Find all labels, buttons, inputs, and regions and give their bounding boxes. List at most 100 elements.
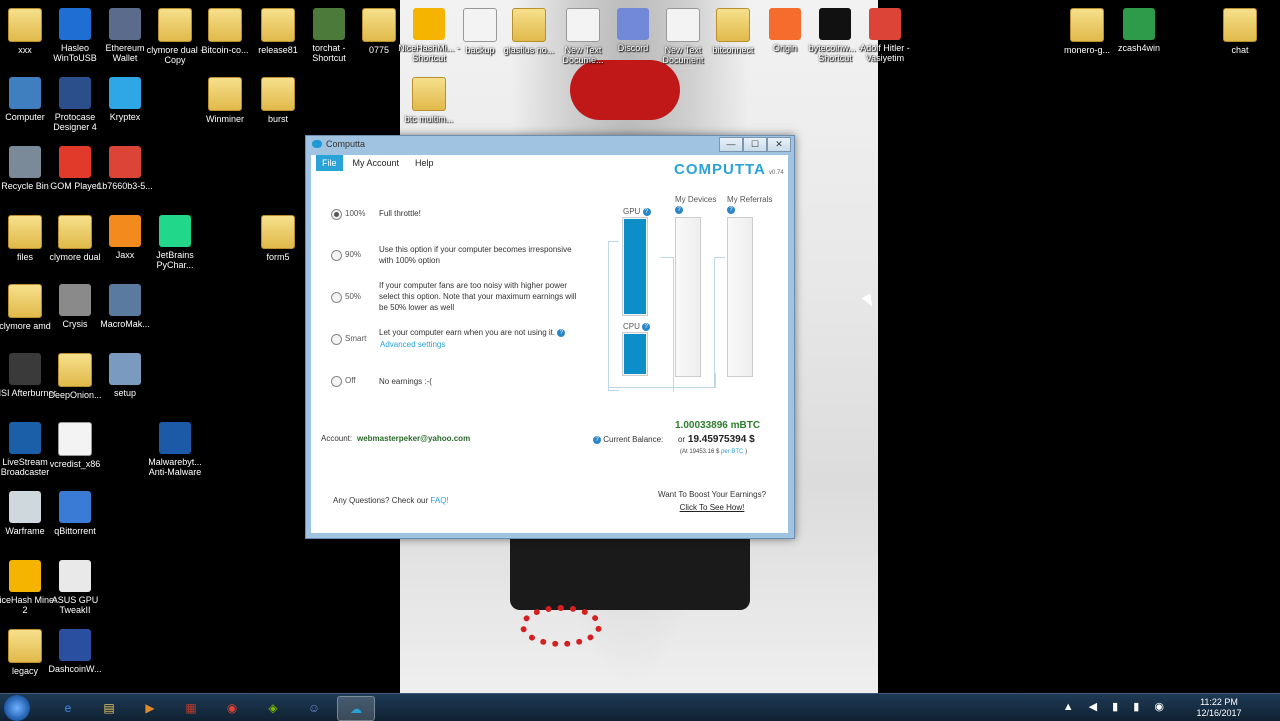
folder-icon	[412, 77, 446, 111]
desktop-icon[interactable]: zcash4win	[1106, 4, 1172, 72]
option-label-50[interactable]: 50%	[345, 292, 361, 301]
cpu-bar-frame	[622, 332, 648, 376]
gom-player-icon	[59, 146, 91, 178]
desktop-icon[interactable]: setup	[92, 349, 158, 417]
menu-bar: File My Account Help	[316, 155, 444, 173]
maximize-button[interactable]: ☐	[743, 137, 767, 152]
desktop-icon[interactable]: DashcoinW...	[42, 625, 108, 693]
balance-help-icon[interactable]: ?	[593, 435, 601, 444]
devices-bar	[675, 217, 701, 377]
desktop-icon-label: form5	[266, 252, 290, 262]
folder-icon	[208, 8, 242, 42]
referrals-help-icon[interactable]: ?	[727, 205, 735, 214]
desktop-icon[interactable]: Malwarebyt... Anti-Malware	[142, 418, 208, 486]
desktop-icon-label: JetBrains PyChar...	[156, 250, 194, 270]
desktop-icon-label: zcash4win	[1117, 43, 1161, 53]
gpu-bar-frame	[622, 217, 648, 316]
folder-icon	[8, 215, 42, 249]
desktop-icon[interactable]: Adolf Hitler - Vasiyetim	[852, 4, 918, 72]
desktop-icon-label: vcredist_x86	[49, 459, 101, 469]
internet-explorer-icon[interactable]: e	[50, 696, 86, 719]
computta-window[interactable]: Computta — ☐ ✕ File My Account Help COMP…	[305, 135, 795, 539]
boost-question: Want To Boost Your Earnings?	[657, 490, 767, 499]
desktop-icon-label: MacroMak...	[100, 319, 150, 329]
file-icon	[58, 422, 92, 456]
desktop-icon[interactable]: form5	[245, 211, 311, 279]
wallpaper-bracelet	[520, 605, 602, 647]
desktop-icon[interactable]: ASUS GPU TweakII	[42, 556, 108, 624]
boost-link[interactable]: Click To See How!	[656, 501, 768, 514]
warframe-icon	[9, 491, 41, 523]
option-label-off[interactable]: Off	[345, 376, 356, 385]
file-explorer-icon[interactable]: ▤	[91, 696, 127, 719]
zcash-icon	[1123, 8, 1155, 40]
smart-help-icon[interactable]: ?	[557, 328, 566, 337]
desktop-icon[interactable]: MacroMak...	[92, 280, 158, 348]
window-titlebar[interactable]: Computta — ☐ ✕	[306, 136, 794, 154]
desktop-icon[interactable]: Kryptex	[92, 73, 158, 141]
btc-rate-suffix: )	[745, 449, 748, 455]
balance-label: ? Current Balance:	[593, 435, 663, 444]
option-label-100[interactable]: 100%	[345, 209, 365, 218]
devices-bar-label: My Devices ?	[675, 195, 725, 215]
referrals-bar-label-text: My Referrals	[727, 195, 773, 204]
desktop-icon[interactable]: 1b7660b3-5...	[92, 142, 158, 210]
recycle-bin-icon	[9, 146, 41, 178]
qbittorrent-icon	[59, 491, 91, 523]
advanced-settings-link[interactable]: Advanced settings	[380, 340, 445, 349]
nicehash-icon	[413, 8, 445, 40]
radio-100[interactable]	[331, 209, 342, 220]
gpu-bar-label-text: GPU	[623, 207, 641, 216]
balance-usd: 19.45975394 $	[687, 434, 755, 445]
btc-rate-per[interactable]: per BTC	[721, 449, 743, 455]
menu-file[interactable]: File	[316, 155, 343, 171]
minimize-button[interactable]: —	[719, 137, 743, 152]
radio-50[interactable]	[331, 292, 342, 303]
macromaker-icon	[109, 284, 141, 316]
desktop-icon-label: burst	[267, 114, 288, 124]
desktop-icon[interactable]: btc multim...	[396, 73, 462, 141]
chrome-icon[interactable]: ◉	[214, 696, 250, 719]
option-label-90[interactable]: 90%	[345, 250, 361, 259]
desktop-icon[interactable]: burst	[245, 73, 311, 141]
cpu-bar-label: CPU ?	[623, 322, 651, 332]
folder-icon	[716, 8, 750, 42]
desktop-icon[interactable]: qBittorrent	[42, 487, 108, 555]
text-document-icon	[666, 8, 700, 42]
folder-icon	[58, 353, 92, 387]
btc-rate: (At 19453.16 $ per BTC )	[680, 449, 747, 455]
desktop-icon-label: btc multim...	[404, 114, 454, 124]
account-email: webmasterpeker@yahoo.com	[357, 434, 471, 443]
desktop-icon-label: 1b7660b3-5...	[97, 181, 153, 191]
close-button[interactable]: ✕	[767, 137, 791, 152]
nvidia-icon[interactable]: ◈	[255, 696, 291, 719]
menu-help[interactable]: Help	[409, 155, 440, 171]
gpu-help-icon[interactable]: ?	[642, 207, 651, 216]
folder-icon	[8, 629, 42, 663]
discord-icon[interactable]: ☺	[296, 696, 332, 719]
faq-link[interactable]: FAQ!	[430, 496, 448, 505]
system-tray[interactable]: ▲ ◀ ▮ ▮ ◉	[1063, 700, 1170, 713]
desktop-icon[interactable]: chat	[1207, 4, 1273, 72]
radio-smart[interactable]	[331, 334, 342, 345]
desktop-icon[interactable]: JetBrains PyChar...	[142, 211, 208, 279]
cpu-help-icon[interactable]: ?	[642, 322, 651, 331]
computta-icon[interactable]: ☁	[337, 696, 375, 721]
winrar-icon[interactable]: ▦	[173, 696, 209, 719]
computta-logo: COMPUTTA	[674, 161, 766, 178]
radio-90[interactable]	[331, 250, 342, 261]
btc-rate-prefix: (At 19453.16 $	[680, 449, 720, 455]
option-label-smart[interactable]: Smart	[345, 334, 366, 343]
media-player-icon[interactable]: ▶	[132, 696, 168, 719]
desktop-icon[interactable]: vcredist_x86	[42, 418, 108, 486]
radio-off[interactable]	[331, 376, 342, 387]
devices-help-icon[interactable]: ?	[675, 205, 683, 214]
start-button[interactable]	[4, 695, 30, 721]
desktop-icon-label: Malwarebyt... Anti-Malware	[148, 457, 202, 477]
crysis-icon	[59, 284, 91, 316]
menu-my-account[interactable]: My Account	[347, 155, 406, 171]
folder-icon	[261, 77, 295, 111]
taskbar-clock[interactable]: 11:22 PM 12/16/2017	[1184, 697, 1254, 719]
balance-or: or	[678, 435, 686, 444]
desktop-icon-label: Adolf Hitler - Vasiyetim	[860, 43, 910, 63]
